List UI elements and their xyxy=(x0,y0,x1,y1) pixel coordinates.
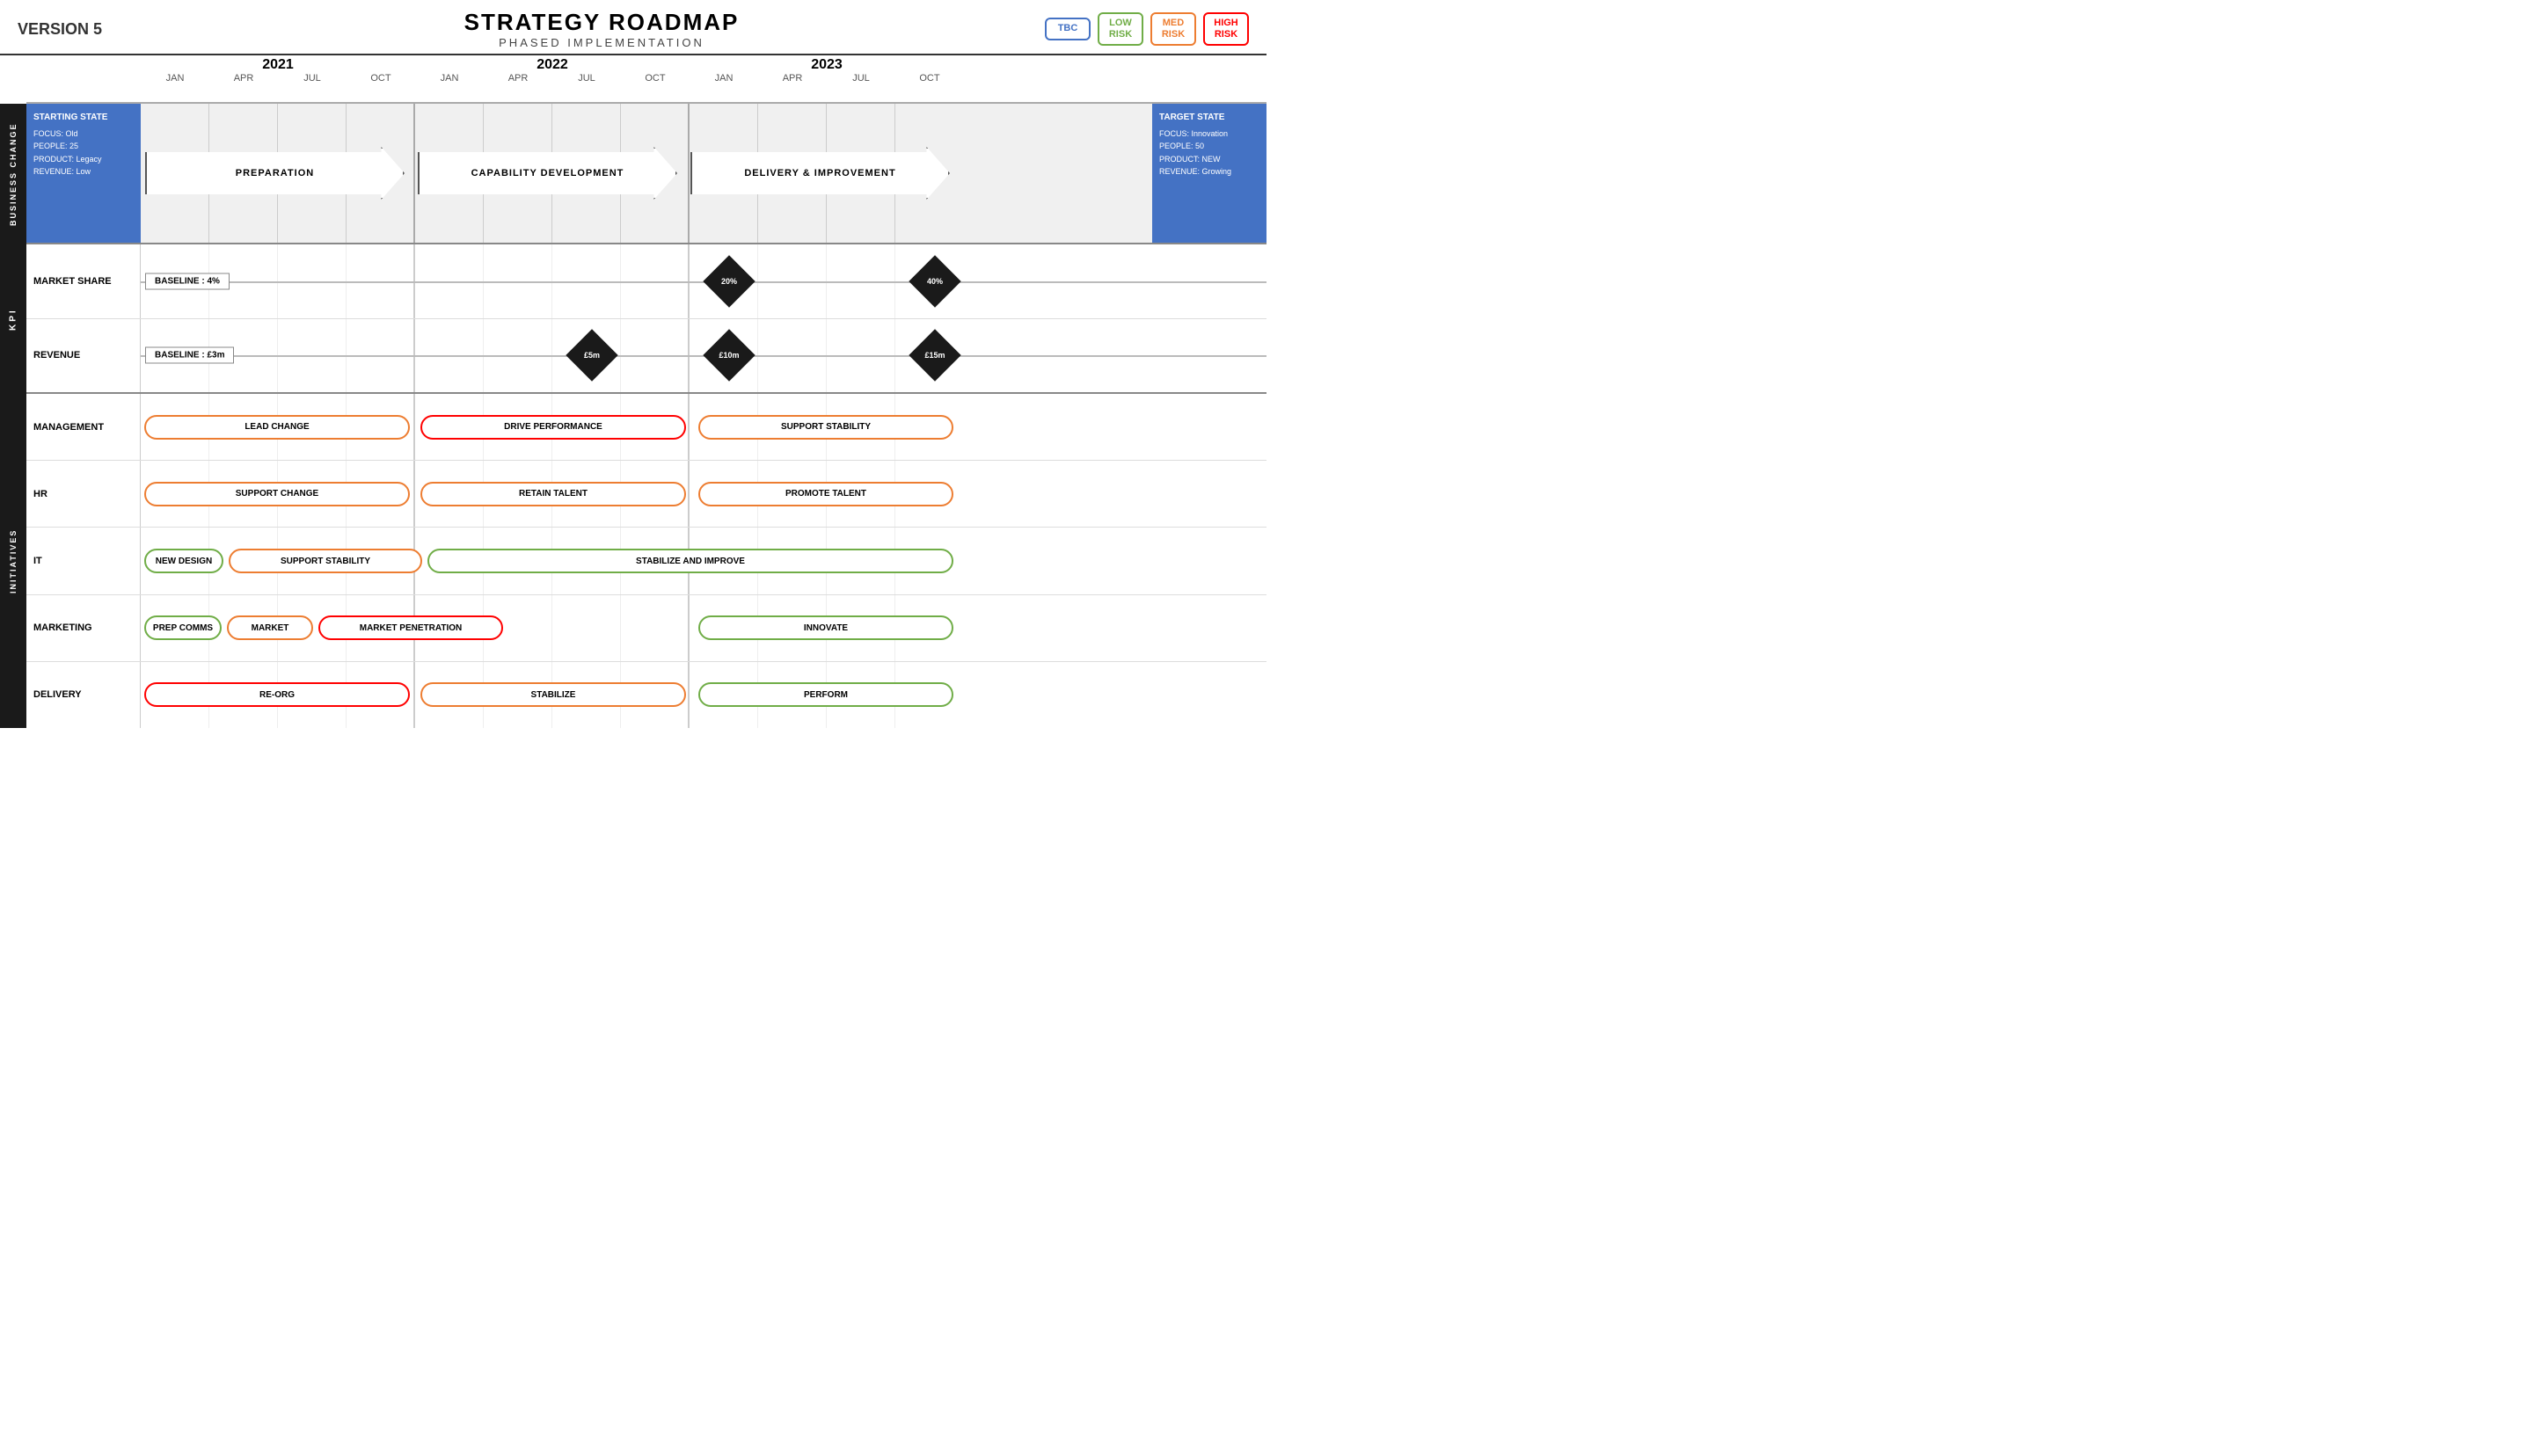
month-jan-2022: JAN xyxy=(415,73,484,84)
it-timeline: NEW DESIGN SUPPORT STABILITY STABILIZE A… xyxy=(141,528,1266,593)
legend-tbc: TBC xyxy=(1045,18,1091,40)
bar-market-penetration: MARKET PENETRATION xyxy=(318,615,503,640)
starting-state-title: STARTING STATE xyxy=(33,111,134,125)
bar-promote-talent: PROMOTE TALENT xyxy=(698,482,953,506)
legend-high: HIGHRISK xyxy=(1203,12,1249,46)
target-product: PRODUCT: NEW xyxy=(1159,153,1259,165)
kpi-market-share-timeline: BASELINE : 4% 20% 40% xyxy=(141,244,1266,318)
month-apr-2022: APR xyxy=(484,73,552,84)
marketing-timeline: PREP COMMS MARKET MARKET PENETRATION INN… xyxy=(141,595,1266,661)
bar-stabilize: STABILIZE xyxy=(420,682,686,707)
target-revenue: REVENUE: Growing xyxy=(1159,165,1259,178)
bar-lead-change: LEAD CHANGE xyxy=(144,415,410,440)
diamond-10m: £10m xyxy=(703,330,755,382)
kpi-revenue-row: REVENUE BASELINE : £3m xyxy=(26,319,1266,393)
legend-low: LOWRISK xyxy=(1098,12,1143,46)
title-block: STRATEGY ROADMAP PHASED IMPLEMENTATION xyxy=(464,9,740,49)
delivery-label: DELIVERY xyxy=(26,662,141,728)
kpi-market-share-label: MARKET SHARE xyxy=(26,244,141,318)
hr-label: HR xyxy=(26,461,141,527)
bar-perform: PERFORM xyxy=(698,682,953,707)
market-share-baseline: BASELINE : 4% xyxy=(145,273,230,289)
timeline-header: 2021 JAN APR JUL OCT 2022 JAN APR JUL xyxy=(26,55,1266,104)
phase-preparation: PREPARATION xyxy=(145,147,405,200)
version-label: VERSION 5 xyxy=(18,20,158,39)
month-oct-2023: OCT xyxy=(895,73,964,84)
starting-state-box: STARTING STATE FOCUS: Old PEOPLE: 25 PRO… xyxy=(26,104,141,243)
business-change-row: STARTING STATE FOCUS: Old PEOPLE: 25 PRO… xyxy=(26,104,1266,244)
month-apr-2023: APR xyxy=(758,73,827,84)
month-oct-2022: OCT xyxy=(621,73,690,84)
diamond-5m: £5m xyxy=(566,330,617,382)
month-jan-2023: JAN xyxy=(690,73,758,84)
initiative-it-row: IT NEW DESIGN SUPPORT STABILITY xyxy=(26,528,1266,594)
starting-focus: FOCUS: Old xyxy=(33,127,134,140)
target-state-box: TARGET STATE FOCUS: Innovation PEOPLE: 5… xyxy=(1152,104,1266,243)
delivery-arrow: DELIVERY & IMPROVEMENT xyxy=(690,147,950,200)
main-title: STRATEGY ROADMAP xyxy=(464,9,740,36)
bar-reorg: RE-ORG xyxy=(144,682,410,707)
diamond-20pct: 20% xyxy=(703,255,755,307)
revenue-baseline: BASELINE : £3m xyxy=(145,347,234,364)
initiative-management-row: MANAGEMENT LEAD CHANGE DRIVE PERFORMANCE xyxy=(26,394,1266,461)
initiative-delivery-row: DELIVERY RE-ORG STABILIZE PE xyxy=(26,662,1266,728)
header: VERSION 5 STRATEGY ROADMAP PHASED IMPLEM… xyxy=(0,0,1266,55)
bar-market: MARKET xyxy=(227,615,313,640)
legend-med: MEDRISK xyxy=(1150,12,1196,46)
bar-innovate: INNOVATE xyxy=(698,615,953,640)
year-2021: 2021 xyxy=(262,55,294,73)
initiative-hr-row: HR SUPPORT CHANGE RETAIN TALENT xyxy=(26,461,1266,528)
management-label: MANAGEMENT xyxy=(26,394,141,460)
bar-stabilize-improve: STABILIZE AND IMPROVE xyxy=(427,549,953,573)
diamond-15m: £15m xyxy=(909,330,960,382)
marketing-label: MARKETING xyxy=(26,595,141,661)
month-jul-2021: JUL xyxy=(278,73,347,84)
subtitle: PHASED IMPLEMENTATION xyxy=(464,36,740,49)
kpi-section: MARKET SHARE BASELINE : 4% xyxy=(26,244,1266,394)
bar-support-stability-mgmt: SUPPORT STABILITY xyxy=(698,415,953,440)
month-jul-2022: JUL xyxy=(552,73,621,84)
starting-product: PRODUCT: Legacy xyxy=(33,153,134,165)
month-apr-2021: APR xyxy=(209,73,278,84)
bar-drive-performance: DRIVE PERFORMANCE xyxy=(420,415,686,440)
management-timeline: LEAD CHANGE DRIVE PERFORMANCE SUPPORT ST… xyxy=(141,394,1266,460)
bar-retain-talent: RETAIN TALENT xyxy=(420,482,686,506)
target-focus: FOCUS: Innovation xyxy=(1159,127,1259,140)
phase-delivery: DELIVERY & IMPROVEMENT xyxy=(690,147,950,200)
it-label: IT xyxy=(26,528,141,593)
kpi-market-share-row: MARKET SHARE BASELINE : 4% xyxy=(26,244,1266,319)
legend: TBC LOWRISK MEDRISK HIGHRISK xyxy=(1045,12,1249,46)
preparation-arrow: PREPARATION xyxy=(145,147,405,200)
kpi-revenue-timeline: BASELINE : £3m £5m £10m £15m xyxy=(141,319,1266,393)
starting-people: PEOPLE: 25 xyxy=(33,140,134,152)
diamond-40pct: 40% xyxy=(909,255,960,307)
delivery-timeline: RE-ORG STABILIZE PERFORM NOTES Be carefu… xyxy=(141,662,1266,728)
capability-arrow: CAPABILITY DEVELOPMENT xyxy=(418,147,677,200)
section-label-business: BUSINESS CHANGE xyxy=(0,104,26,244)
phase-capability: CAPABILITY DEVELOPMENT xyxy=(418,147,677,200)
starting-revenue: REVENUE: Low xyxy=(33,165,134,178)
month-oct-2021: OCT xyxy=(347,73,415,84)
month-jul-2023: JUL xyxy=(827,73,895,84)
target-people: PEOPLE: 50 xyxy=(1159,140,1259,152)
kpi-revenue-label: REVENUE xyxy=(26,319,141,393)
bar-new-design: NEW DESIGN xyxy=(144,549,223,573)
hr-timeline: SUPPORT CHANGE RETAIN TALENT PROMOTE TAL… xyxy=(141,461,1266,527)
section-label-initiatives: INITIATIVES xyxy=(0,394,26,728)
month-jan-2021: JAN xyxy=(141,73,209,84)
bar-prep-comms: PREP COMMS xyxy=(144,615,222,640)
initiative-marketing-row: MARKETING PREP COMMS MARKET xyxy=(26,595,1266,662)
bar-support-stability-it: SUPPORT STABILITY xyxy=(229,549,422,573)
bar-support-change: SUPPORT CHANGE xyxy=(144,482,410,506)
year-2023: 2023 xyxy=(811,55,843,73)
section-label-kpi: KPI xyxy=(0,244,26,394)
initiatives-section: MANAGEMENT LEAD CHANGE DRIVE PERFORMANCE xyxy=(26,394,1266,728)
target-state-title: TARGET STATE xyxy=(1159,111,1259,125)
year-2022: 2022 xyxy=(537,55,568,73)
